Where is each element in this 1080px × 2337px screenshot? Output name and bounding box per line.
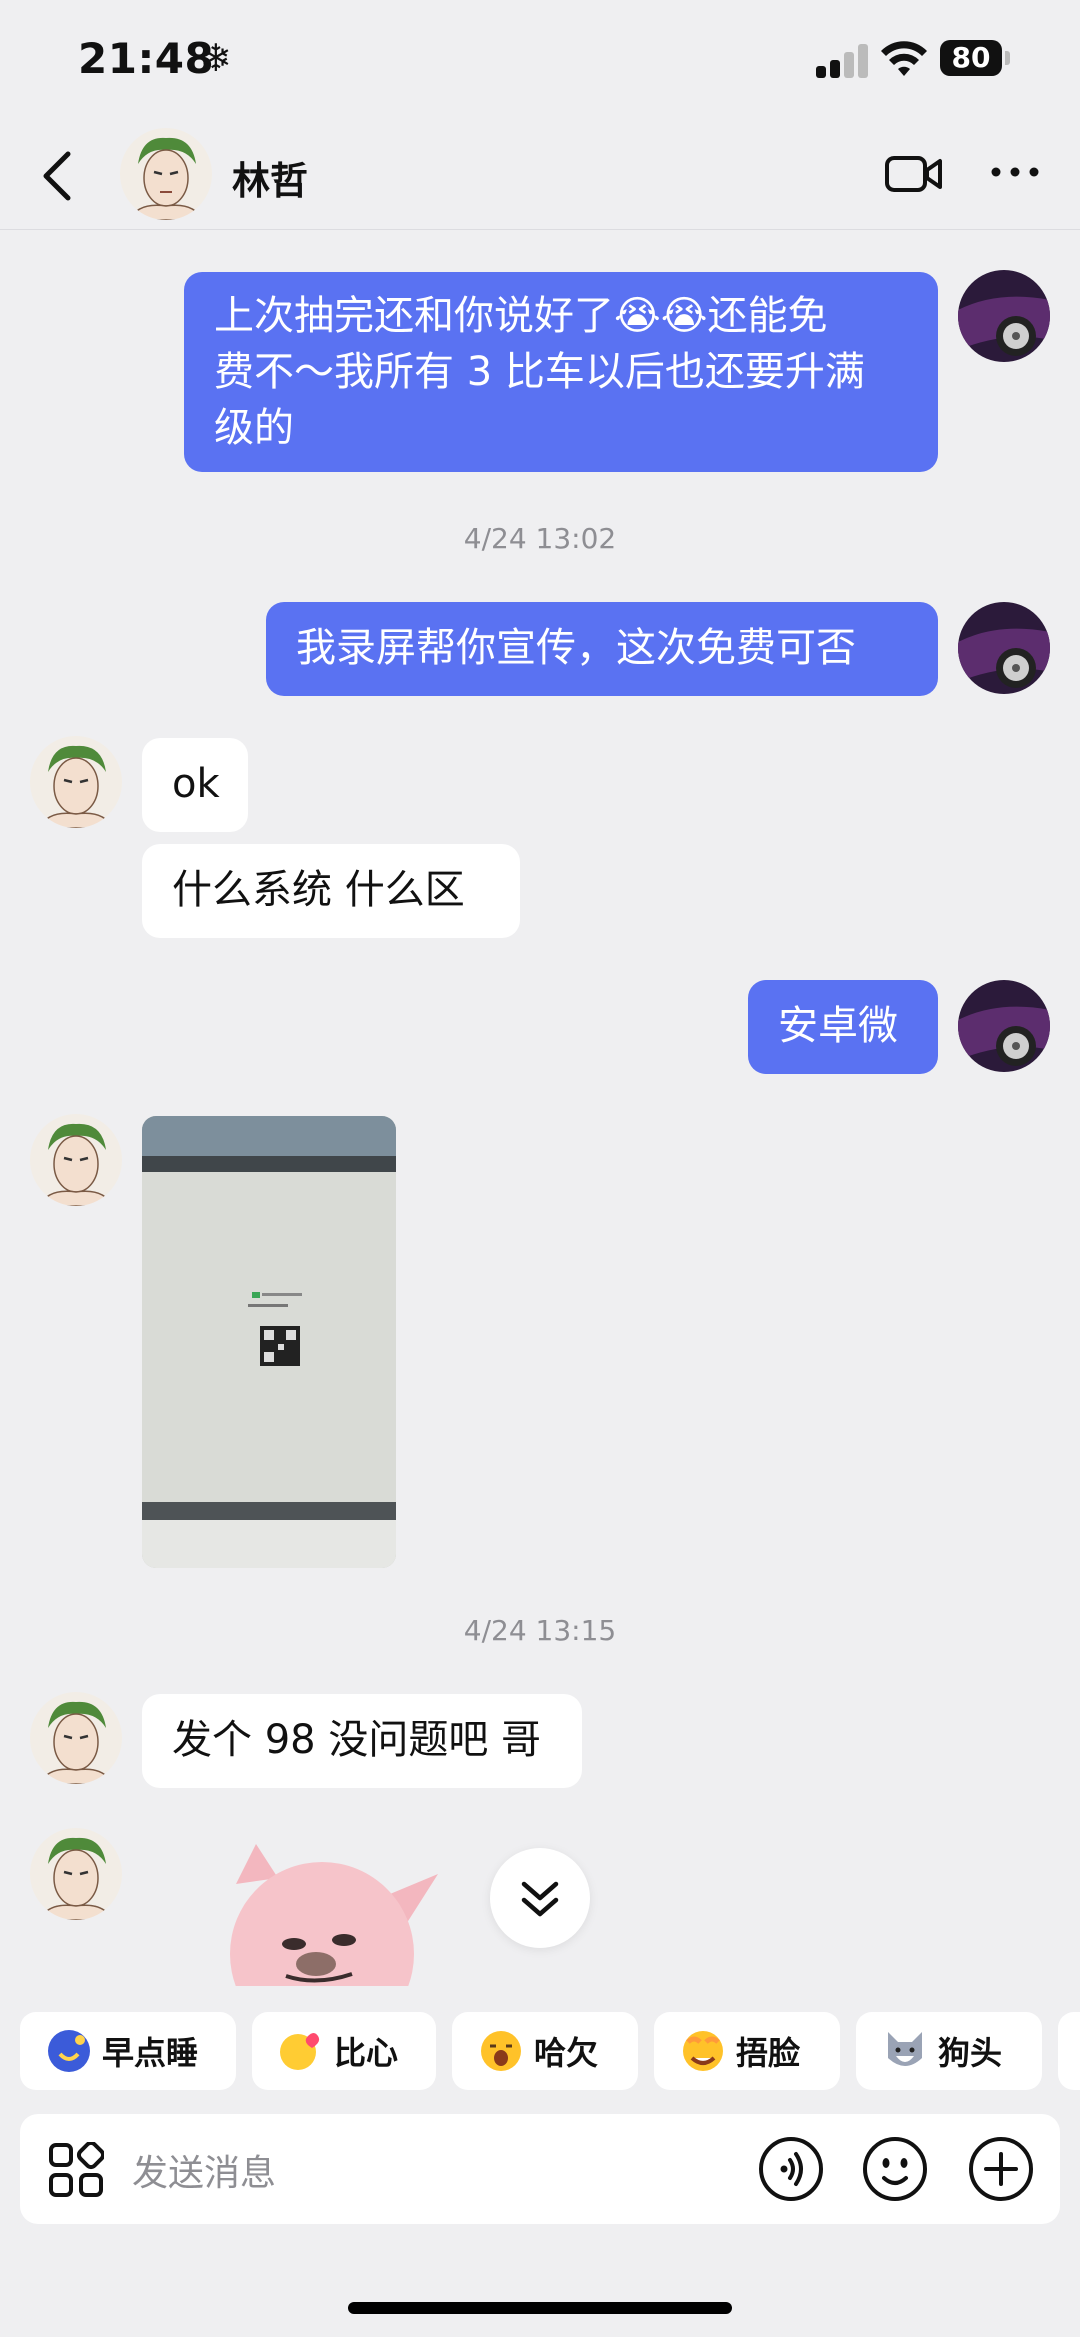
cellular-signal-icon: [816, 44, 868, 78]
yawn-icon: [481, 2031, 521, 2071]
quick-sticker-facepalm[interactable]: 捂脸: [654, 2012, 840, 2090]
contact-avatar[interactable]: [30, 1114, 122, 1206]
scroll-to-bottom-button[interactable]: [490, 1848, 590, 1948]
quick-sticker-dog-head[interactable]: 狗头: [856, 2012, 1042, 2090]
contact-message-bubble[interactable]: 什么系统 什么区: [142, 844, 520, 938]
message-input-bar: 发送消息: [20, 2114, 1060, 2224]
my-message-bubble[interactable]: 安卓微: [748, 980, 938, 1074]
wifi-icon: [881, 41, 927, 76]
contact-message-bubble[interactable]: ok: [142, 738, 248, 832]
message-text: 费不～我所有 3 比车以后也还要升满: [214, 349, 865, 395]
battery-indicator: 80: [940, 40, 1002, 76]
contact-name: 林哲: [232, 159, 309, 203]
quick-sticker-heart[interactable]: 比心: [252, 2012, 436, 2090]
contact-avatar[interactable]: [30, 1828, 122, 1920]
contact-avatar[interactable]: [30, 1692, 122, 1784]
battery-tip: [1005, 51, 1010, 65]
pig-sticker-image[interactable]: [216, 1844, 446, 1986]
message-input[interactable]: 发送消息: [132, 2144, 276, 2196]
home-indicator: [348, 2302, 732, 2314]
video-call-icon[interactable]: [884, 152, 944, 196]
double-chevron-down-icon: [521, 1881, 559, 1917]
plus-more-icon[interactable]: [968, 2136, 1034, 2202]
heart-hands-icon: [280, 2033, 320, 2070]
my-avatar[interactable]: [958, 980, 1050, 1072]
contact-avatar[interactable]: [30, 736, 122, 828]
more-options-icon[interactable]: [990, 160, 1040, 184]
my-message-bubble[interactable]: 上次抽完还和你说好了😭😭还能免 费不～我所有 3 比车以后也还要升满 级的: [184, 272, 938, 472]
contact-avatar[interactable]: [120, 128, 212, 220]
snowflake-icon: ❄: [200, 36, 232, 80]
quick-sticker-overflow[interactable]: [1058, 2012, 1080, 2090]
quick-sticker-label: 早点睡: [102, 2034, 199, 2072]
chat-header: 林哲: [0, 120, 1080, 230]
voice-input-icon[interactable]: [758, 2136, 824, 2202]
dog-head-icon: [888, 2032, 922, 2066]
status-time: 21:48: [78, 34, 215, 83]
message-text: 还能免: [707, 293, 828, 339]
apps-grid-icon[interactable]: [48, 2142, 104, 2198]
my-message-bubble[interactable]: 我录屏帮你宣传，这次免费可否: [266, 602, 938, 696]
quick-sticker-label: 比心: [334, 2034, 399, 2072]
image-message[interactable]: [142, 1116, 396, 1568]
facepalm-icon: [683, 2031, 723, 2071]
message-text: 上次抽完还和你说好了: [214, 293, 614, 339]
crying-laughing-emoji-icon: 😭😭: [614, 293, 708, 339]
my-avatar[interactable]: [958, 270, 1050, 362]
timestamp-separator: 4/24 13:15: [463, 1614, 617, 1647]
moon-sleep-icon: [48, 2030, 90, 2072]
quick-sticker-label: 狗头: [938, 2034, 1003, 2072]
contact-message-bubble[interactable]: 发个 98 没问题吧 哥: [142, 1694, 582, 1788]
message-text: 级的: [214, 405, 294, 451]
quick-sticker-early-sleep[interactable]: 早点睡: [20, 2012, 236, 2090]
emoji-icon[interactable]: [862, 2136, 928, 2202]
quick-sticker-label: 哈欠: [534, 2034, 599, 2072]
my-avatar[interactable]: [958, 602, 1050, 694]
quick-sticker-label: 捂脸: [736, 2034, 801, 2072]
back-arrow-icon[interactable]: [38, 148, 78, 204]
quick-sticker-bar: 早点睡 比心 哈欠 捂脸 狗头: [0, 2012, 1080, 2090]
status-bar: 21:48 ❄ 80: [0, 0, 1080, 120]
quick-sticker-yawn[interactable]: 哈欠: [452, 2012, 638, 2090]
timestamp-separator: 4/24 13:02: [463, 522, 617, 555]
